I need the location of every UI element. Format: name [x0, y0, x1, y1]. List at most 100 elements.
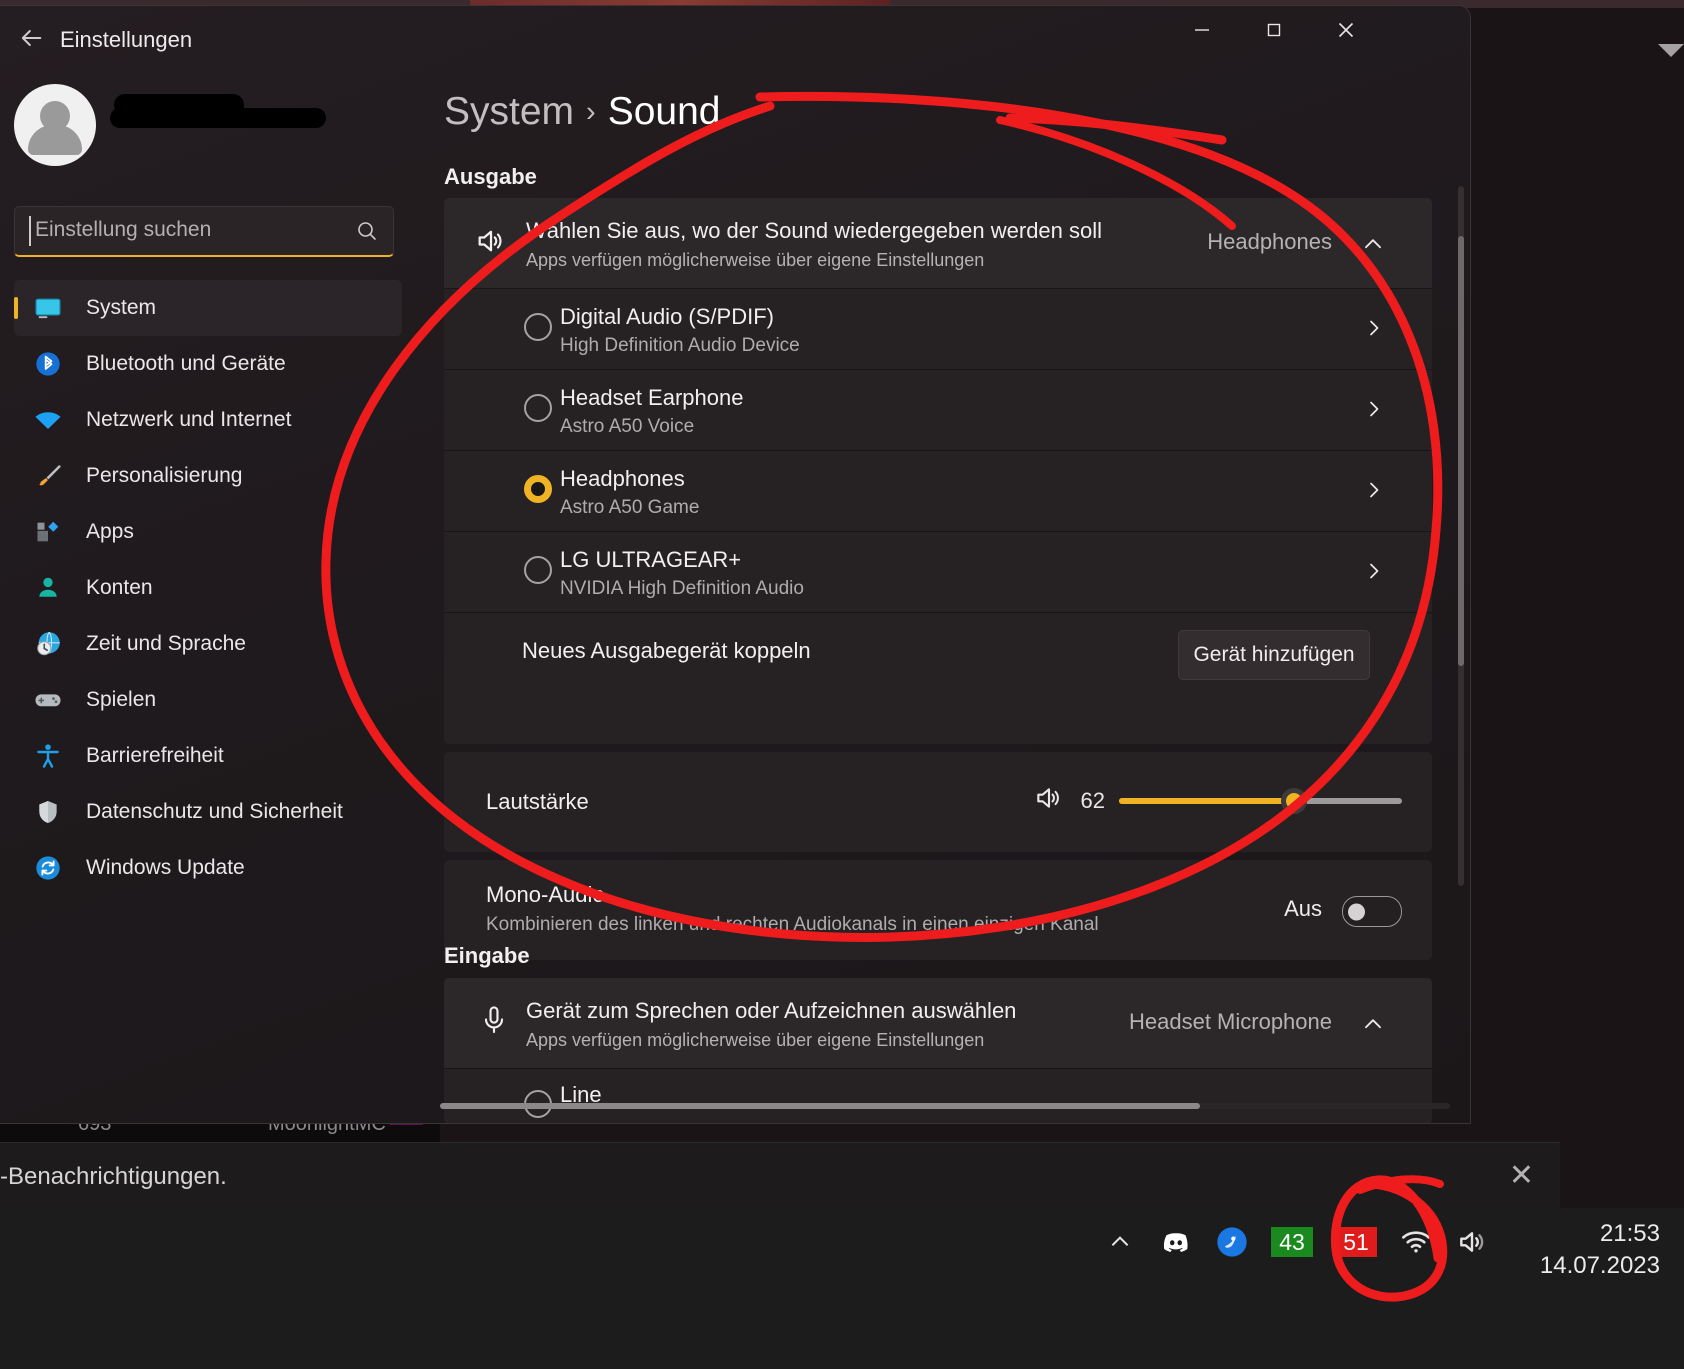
output-device-picker[interactable]: Wählen Sie aus, wo der Sound wiedergegeb… — [444, 198, 1432, 288]
close-button[interactable] — [1314, 6, 1378, 54]
device-radio-selected[interactable] — [524, 475, 552, 503]
breadcrumb-parent[interactable]: System — [444, 90, 574, 133]
sidebar-item-system[interactable]: System — [14, 280, 402, 336]
volume-icon[interactable] — [1455, 1225, 1489, 1259]
page-title: Sound — [607, 90, 721, 133]
device-detail: NVIDIA High Definition Audio — [560, 578, 804, 599]
device-detail: Astro A50 Voice — [560, 416, 695, 437]
avatar — [14, 84, 96, 166]
input-device-picker[interactable]: Gerät zum Sprechen oder Aufzeichnen ausw… — [444, 978, 1432, 1068]
device-detail: Astro A50 Game — [560, 497, 700, 518]
wifi-icon[interactable] — [1399, 1225, 1433, 1259]
add-device-button[interactable]: Gerät hinzufügen — [1178, 630, 1370, 680]
sidebar-item-privacy-security[interactable]: Datenschutz und Sicherheit — [14, 784, 402, 840]
monitor-icon — [28, 290, 68, 326]
shield-icon — [28, 794, 68, 830]
sidebar-item-time-language[interactable]: Zeit und Sprache — [14, 616, 402, 672]
back-arrow-icon[interactable] — [8, 19, 54, 57]
taskbar-tray: 43 51 — [1103, 1222, 1489, 1262]
taskbar-clock[interactable]: 21:53 14.07.2023 — [1540, 1218, 1660, 1282]
output-picker-subtitle: Apps verfügen möglicherweise über eigene… — [526, 250, 985, 270]
device-radio[interactable] — [524, 313, 552, 341]
chevron-up-icon[interactable] — [1360, 231, 1386, 262]
chevron-right-icon[interactable] — [1362, 316, 1386, 345]
device-name: Headset Earphone — [560, 385, 744, 410]
input-picker-title: Gerät zum Sprechen oder Aufzeichnen ausw… — [526, 998, 1017, 1023]
speaker-icon — [1033, 782, 1065, 819]
account-block[interactable] — [14, 84, 96, 166]
volume-card: Lautstärke 62 — [444, 752, 1432, 852]
breadcrumb: System › Sound — [444, 90, 720, 134]
sidebar-item-label: Bluetooth und Geräte — [86, 352, 286, 375]
sidebar-item-apps[interactable]: Apps — [14, 504, 402, 560]
mono-audio-card: Mono-Audio Kombinieren des linken und re… — [444, 860, 1432, 960]
sidebar-nav: System Bluetooth und Geräte Netzwerk und… — [14, 280, 402, 896]
wifi-icon — [28, 402, 68, 438]
device-name: LG ULTRAGEAR+ — [560, 547, 742, 572]
status-chip-green[interactable]: 43 — [1271, 1227, 1313, 1257]
chevron-right-icon[interactable] — [1362, 559, 1386, 588]
sidebar-item-label: Zeit und Sprache — [86, 632, 246, 655]
sidebar-item-personalization[interactable]: Personalisierung — [14, 448, 402, 504]
sidebar-item-gaming[interactable]: Spielen — [14, 672, 402, 728]
text-caret — [29, 216, 31, 246]
search-icon[interactable] — [355, 219, 379, 248]
volume-slider-track[interactable] — [1119, 787, 1402, 814]
sidebar-item-label: Konten — [86, 576, 153, 599]
search-placeholder: Einstellung suchen — [35, 218, 212, 241]
device-radio[interactable] — [524, 556, 552, 584]
table-row[interactable]: Digital Audio (S/PDIF) High Definition A… — [444, 288, 1432, 369]
avatar-body — [28, 125, 82, 155]
search-input[interactable]: Einstellung suchen — [14, 206, 394, 257]
microphone-icon — [478, 1004, 510, 1041]
minimize-button[interactable] — [1170, 6, 1234, 54]
notification-text: -Benachrichtigungen. — [0, 1163, 227, 1190]
vertical-scrollbar[interactable] — [1458, 186, 1464, 886]
pair-device-row: Neues Ausgabegerät koppeln Gerät hinzufü… — [444, 612, 1432, 692]
mono-audio-state-label: Aus — [1284, 896, 1322, 921]
bluetooth-icon — [28, 346, 68, 382]
redacted-account-name — [110, 94, 330, 140]
sidebar-item-accessibility[interactable]: Barrierefreiheit — [14, 728, 402, 784]
title-bar: Einstellungen — [0, 6, 1470, 68]
sidebar-item-bluetooth[interactable]: Bluetooth und Geräte — [14, 336, 402, 392]
device-detail: High Definition Audio Device — [560, 335, 800, 356]
sidebar-item-network[interactable]: Netzwerk und Internet — [14, 392, 402, 448]
chevron-up-icon[interactable] — [1360, 1011, 1386, 1042]
table-row[interactable]: LG ULTRAGEAR+ NVIDIA High Definition Aud… — [444, 531, 1432, 612]
clock-time: 21:53 — [1599, 1220, 1660, 1247]
sidebar-item-windows-update[interactable]: Windows Update — [14, 840, 402, 896]
output-card: Wählen Sie aus, wo der Sound wiedergegeb… — [444, 198, 1432, 744]
table-row[interactable]: Line — [444, 1068, 1432, 1123]
clock-globe-icon — [28, 626, 68, 662]
window-title: Einstellungen — [60, 27, 193, 52]
volume-slider-group[interactable]: 62 — [1033, 782, 1402, 819]
scrollbar-thumb[interactable] — [1458, 236, 1464, 666]
sidebar: Einstellung suchen System Bluetooth und — [0, 68, 430, 1123]
sidebar-item-accounts[interactable]: Konten — [14, 560, 402, 616]
notification-close-icon[interactable]: ✕ — [1509, 1158, 1534, 1193]
sidebar-item-label: Spielen — [86, 688, 157, 711]
horizontal-scrollbar[interactable] — [440, 1103, 1450, 1109]
table-row[interactable]: Headset Earphone Astro A50 Voice — [444, 369, 1432, 450]
breadcrumb-separator: › — [586, 96, 596, 128]
chevron-right-icon[interactable] — [1362, 478, 1386, 507]
blue-app-icon[interactable] — [1215, 1225, 1249, 1259]
table-row[interactable]: Headphones Astro A50 Game — [444, 450, 1432, 531]
scrollbar-thumb[interactable] — [440, 1103, 1200, 1109]
discord-icon[interactable] — [1159, 1225, 1193, 1259]
device-name: Headphones — [560, 466, 685, 491]
speaker-icon — [474, 224, 508, 263]
mono-audio-toggle[interactable] — [1342, 896, 1402, 927]
status-chip-red[interactable]: 51 — [1335, 1227, 1377, 1257]
device-radio[interactable] — [524, 394, 552, 422]
chevron-up-icon[interactable] — [1103, 1225, 1137, 1259]
maximize-button[interactable] — [1242, 6, 1306, 54]
gamepad-icon — [28, 682, 68, 718]
sidebar-item-label: Windows Update — [86, 856, 245, 879]
volume-slider-thumb[interactable] — [1281, 787, 1308, 814]
mono-audio-title: Mono-Audio — [486, 882, 605, 907]
scroll-down-caret-icon[interactable] — [1658, 44, 1684, 57]
update-refresh-icon — [28, 850, 68, 886]
chevron-right-icon[interactable] — [1362, 397, 1386, 426]
